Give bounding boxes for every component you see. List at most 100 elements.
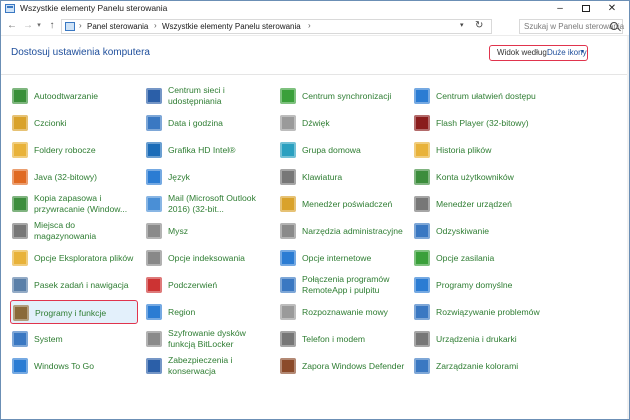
control-panel-item[interactable]: Historia plików (412, 138, 540, 162)
control-panel-item[interactable]: Centrum sieci i udostępniania (144, 84, 272, 108)
control-panel-item-label[interactable]: Foldery robocze (34, 138, 138, 162)
control-panel-item[interactable]: Region (144, 300, 272, 324)
close-button[interactable]: ✕ (599, 1, 625, 16)
control-panel-item[interactable]: Rozwiązywanie problemów (412, 300, 540, 324)
control-panel-item[interactable]: Zapora Windows Defender (278, 354, 406, 378)
control-panel-item[interactable]: Szyfrowanie dysków funkcją BitLocker (144, 327, 272, 351)
control-panel-item[interactable]: Opcje Eksploratora plików (10, 246, 138, 270)
control-panel-item[interactable]: Podczerwień (144, 273, 272, 297)
control-panel-item[interactable]: Klawiatura (278, 165, 406, 189)
control-panel-item-label[interactable]: Telefon i modem (302, 327, 406, 351)
control-panel-item[interactable]: Miejsca do magazynowania (10, 219, 138, 243)
control-panel-item-label[interactable]: Dźwięk (302, 111, 406, 135)
control-panel-item[interactable]: Menedżer urządzeń (412, 192, 540, 216)
control-panel-item-label[interactable]: Rozwiązywanie problemów (436, 300, 540, 324)
recent-locations-button[interactable]: ▾ (35, 19, 43, 33)
control-panel-item-label[interactable]: Opcje Eksploratora plików (34, 246, 138, 270)
control-panel-item-label[interactable]: Menedżer urządzeń (436, 192, 540, 216)
control-panel-item[interactable]: Centrum ułatwień dostępu (412, 84, 540, 108)
control-panel-item-label[interactable]: System (34, 327, 138, 351)
control-panel-item[interactable]: Autoodtwarzanie (10, 84, 138, 108)
control-panel-item[interactable]: Konta użytkowników (412, 165, 540, 189)
control-panel-item[interactable]: Programy i funkcje (10, 300, 138, 324)
control-panel-item[interactable]: Zabezpieczenia i konserwacja (144, 354, 272, 378)
control-panel-item-label[interactable]: Odzyskiwanie (436, 219, 540, 243)
control-panel-item-label[interactable]: Zabezpieczenia i konserwacja (168, 354, 272, 378)
control-panel-item-label[interactable]: Centrum ułatwień dostępu (436, 84, 540, 108)
control-panel-item[interactable]: Flash Player (32-bitowy) (412, 111, 540, 135)
control-panel-item-label[interactable]: Programy i funkcje (35, 301, 139, 325)
control-panel-item-label[interactable]: Rozpoznawanie mowy (302, 300, 406, 324)
up-button[interactable]: ↑ (46, 19, 58, 33)
breadcrumb-separator[interactable]: › (154, 21, 157, 30)
control-panel-item-label[interactable]: Klawiatura (302, 165, 406, 189)
control-panel-item[interactable]: Telefon i modem (278, 327, 406, 351)
refresh-button[interactable]: ↻ (475, 20, 483, 31)
control-panel-item-label[interactable]: Podczerwień (168, 273, 272, 297)
control-panel-item[interactable]: Programy domyślne (412, 273, 540, 297)
scrollbar-track[interactable] (627, 36, 629, 419)
control-panel-item[interactable]: System (10, 327, 138, 351)
control-panel-item-label[interactable]: Autoodtwarzanie (34, 84, 138, 108)
control-panel-item[interactable]: Opcje indeksowania (144, 246, 272, 270)
control-panel-item-label[interactable]: Region (168, 300, 272, 324)
view-by-selector[interactable]: Widok według: Duże ikony ▾ (489, 45, 588, 61)
control-panel-item[interactable]: Urządzenia i drukarki (412, 327, 540, 351)
control-panel-item-label[interactable]: Data i godzina (168, 111, 272, 135)
control-panel-item-label[interactable]: Opcje zasilania (436, 246, 540, 270)
minimize-button[interactable]: – (547, 1, 573, 16)
breadcrumb-control-panel[interactable]: Panel sterowania (87, 22, 148, 31)
control-panel-item-label[interactable]: Centrum sieci i udostępniania (168, 84, 272, 108)
control-panel-item-label[interactable]: Konta użytkowników (436, 165, 540, 189)
control-panel-item-label[interactable]: Flash Player (32-bitowy) (436, 111, 540, 135)
control-panel-item[interactable]: Rozpoznawanie mowy (278, 300, 406, 324)
control-panel-item-label[interactable]: Czcionki (34, 111, 138, 135)
control-panel-item[interactable]: Połączenia programów RemoteApp i pulpitu (278, 273, 406, 297)
control-panel-item-label[interactable]: Programy domyślne (436, 273, 540, 297)
control-panel-item[interactable]: Grupa domowa (278, 138, 406, 162)
control-panel-item-label[interactable]: Pasek zadań i nawigacja (34, 273, 138, 297)
control-panel-item-label[interactable]: Urządzenia i drukarki (436, 327, 540, 351)
control-panel-item[interactable]: Zarządzanie kolorami (412, 354, 540, 378)
control-panel-item-label[interactable]: Opcje indeksowania (168, 246, 272, 270)
control-panel-item-label[interactable]: Mysz (168, 219, 272, 243)
control-panel-item-label[interactable]: Miejsca do magazynowania (34, 219, 138, 243)
forward-button[interactable]: → (22, 19, 34, 33)
address-bar[interactable]: › Panel sterowania › Wszystkie elementy … (61, 19, 492, 34)
control-panel-item-label[interactable]: Szyfrowanie dysków funkcją BitLocker (168, 327, 272, 351)
control-panel-item[interactable]: Odzyskiwanie (412, 219, 540, 243)
control-panel-item[interactable]: Opcje zasilania (412, 246, 540, 270)
control-panel-item[interactable]: Mail (Microsoft Outlook 2016) (32-bit... (144, 192, 272, 216)
control-panel-item-label[interactable]: Opcje internetowe (302, 246, 406, 270)
control-panel-item[interactable]: Grafika HD Intel® (144, 138, 272, 162)
control-panel-item[interactable]: Foldery robocze (10, 138, 138, 162)
control-panel-item[interactable]: Java (32-bitowy) (10, 165, 138, 189)
control-panel-item[interactable]: Windows To Go (10, 354, 138, 378)
control-panel-item-label[interactable]: Historia plików (436, 138, 540, 162)
control-panel-item-label[interactable]: Język (168, 165, 272, 189)
control-panel-item-label[interactable]: Grafika HD Intel® (168, 138, 272, 162)
control-panel-item-label[interactable]: Kopia zapasowa i przywracanie (Window... (34, 192, 138, 216)
control-panel-item[interactable]: Menedżer poświadczeń (278, 192, 406, 216)
control-panel-item[interactable]: Dźwięk (278, 111, 406, 135)
control-panel-item-label[interactable]: Połączenia programów RemoteApp i pulpitu (302, 273, 406, 297)
control-panel-item-label[interactable]: Mail (Microsoft Outlook 2016) (32-bit... (168, 192, 272, 216)
address-dropdown-button[interactable]: ▾ (460, 21, 464, 29)
control-panel-item[interactable]: Mysz (144, 219, 272, 243)
control-panel-item-label[interactable]: Windows To Go (34, 354, 138, 378)
control-panel-item[interactable]: Kopia zapasowa i przywracanie (Window... (10, 192, 138, 216)
control-panel-item-label[interactable]: Java (32-bitowy) (34, 165, 138, 189)
control-panel-item[interactable]: Data i godzina (144, 111, 272, 135)
control-panel-item[interactable]: Język (144, 165, 272, 189)
control-panel-item[interactable]: Narzędzia administracyjne (278, 219, 406, 243)
maximize-button[interactable] (573, 1, 599, 16)
breadcrumb-all-items[interactable]: Wszystkie elementy Panelu sterowania (162, 22, 301, 31)
control-panel-item-label[interactable]: Menedżer poświadczeń (302, 192, 406, 216)
control-panel-item[interactable]: Opcje internetowe (278, 246, 406, 270)
control-panel-item-label[interactable]: Narzędzia administracyjne (302, 219, 406, 243)
control-panel-item-label[interactable]: Centrum synchronizacji (302, 84, 406, 108)
search-icon[interactable] (610, 22, 618, 30)
control-panel-item[interactable]: Centrum synchronizacji (278, 84, 406, 108)
search-input[interactable]: Szukaj w Panelu sterowania (519, 19, 624, 34)
control-panel-item-label[interactable]: Zapora Windows Defender (302, 354, 406, 378)
